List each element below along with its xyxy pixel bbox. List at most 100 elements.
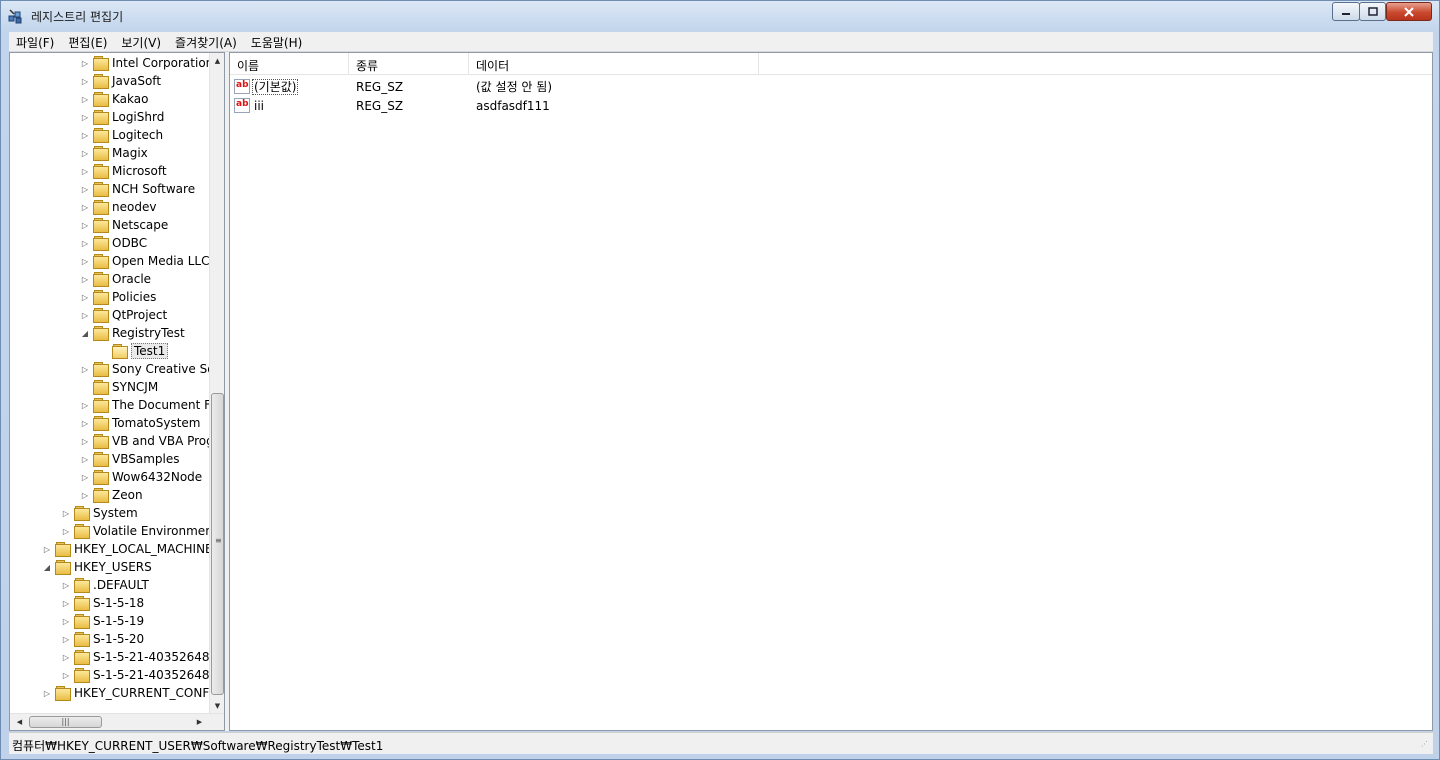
tree-node[interactable]: ▷ NCH Software [80,180,195,198]
tree-expander-icon[interactable]: ▷ [80,252,90,270]
tree-expander-icon[interactable]: ▷ [80,288,90,306]
tree-node[interactable]: ▷ ODBC [80,234,147,252]
menu-help[interactable]: 도움말(H) [244,32,310,51]
tree-expander-icon[interactable]: ▷ [80,432,90,450]
tree-node[interactable]: ◢ HKEY_USERS [42,558,152,576]
tree-expander-icon[interactable]: ▷ [61,630,71,648]
tree-expander-icon[interactable]: ▷ [61,594,71,612]
value-row[interactable]: ab iii REG_SZ asdfasdf111 [230,97,1432,115]
tree-expander-icon[interactable]: ▷ [61,576,71,594]
scroll-left-arrow-icon[interactable]: ◀ [12,714,27,730]
tree-expander-icon[interactable]: ▷ [61,648,71,666]
tree-expander-icon[interactable]: ▷ [42,684,52,702]
resize-grip-icon[interactable]: ⋰ [1421,741,1431,752]
tree-node[interactable]: ▷ Volatile Environment [61,522,210,540]
tree-node[interactable]: ▷ S-1-5-18 [61,594,144,612]
tree-expander-icon[interactable]: ▷ [61,612,71,630]
tree-node[interactable]: ▷ TomatoSystem [80,414,200,432]
menu-view[interactable]: 보기(V) [114,32,168,51]
tree-expander-icon[interactable]: ▷ [80,306,90,324]
tree-node[interactable]: ▷ S-1-5-19 [61,612,144,630]
scroll-right-arrow-icon[interactable]: ▶ [192,714,207,730]
tree-expander-icon[interactable]: ▷ [80,468,90,486]
tree-node[interactable]: SYNCJM [80,378,158,396]
vertical-scroll-thumb[interactable]: ≡ [211,393,224,695]
tree-node[interactable]: ▷ Microsoft [80,162,167,180]
tree-expander-icon[interactable]: ▷ [80,54,90,72]
tree-expander-icon[interactable] [99,342,109,360]
values-list-pane[interactable]: 이름 종류 데이터 ab (기본값) REG_SZ (값 설정 안 됨) ab … [229,52,1433,731]
value-data: asdfasdf111 [476,99,550,113]
tree-node[interactable]: Test1 [99,342,169,360]
tree-expander-icon[interactable]: ◢ [80,324,90,342]
tree-node[interactable]: ▷ Oracle [80,270,151,288]
tree-node[interactable]: ▷ Zeon [80,486,143,504]
tree-horizontal-scrollbar[interactable]: ◀ ||| ▶ [10,713,224,730]
tree-node[interactable]: ◢ RegistryTest [80,324,185,342]
tree-expander-icon[interactable]: ▷ [80,126,90,144]
tree-node[interactable]: ▷ HKEY_LOCAL_MACHINE [42,540,210,558]
tree-node[interactable]: ▷ Netscape [80,216,168,234]
tree-expander-icon[interactable]: ▷ [80,414,90,432]
tree-expander-icon[interactable]: ▷ [80,216,90,234]
column-header-name[interactable]: 이름 [230,53,349,75]
tree-node[interactable]: ▷ Open Media LLC [80,252,209,270]
tree-expander-icon[interactable]: ▷ [80,162,90,180]
menu-favorites[interactable]: 즐겨찾기(A) [168,32,244,51]
tree-expander-icon[interactable]: ▷ [80,144,90,162]
tree-expander-icon[interactable]: ▷ [80,360,90,378]
tree-expander-icon[interactable]: ▷ [80,198,90,216]
tree-node[interactable]: ▷ Magix [80,144,148,162]
tree-node[interactable]: ▷ .DEFAULT [61,576,149,594]
tree-expander-icon[interactable]: ▷ [80,234,90,252]
tree-expander-icon[interactable]: ▷ [61,522,71,540]
scroll-up-arrow-icon[interactable]: ▲ [210,53,224,68]
menu-file[interactable]: 파일(F) [9,32,61,51]
tree-expander-icon[interactable]: ▷ [80,486,90,504]
tree-node[interactable]: ▷ VBSamples [80,450,179,468]
close-button[interactable] [1386,2,1432,21]
tree-node[interactable]: ▷ S-1-5-21-403526481 [61,666,210,684]
tree-node[interactable]: ▷ Intel Corporation [80,54,210,72]
tree-node[interactable]: ▷ VB and VBA Prog [80,432,210,450]
scroll-down-arrow-icon[interactable]: ▼ [210,698,224,713]
tree-expander-icon[interactable]: ▷ [80,72,90,90]
tree-expander-icon[interactable]: ▷ [80,108,90,126]
key-tree-pane[interactable]: ▷ Intel Corporation ▷ JavaSoft ▷ Kakao ▷ LogiSh… [9,52,225,731]
column-header-data[interactable]: 데이터 [469,53,759,75]
tree-node[interactable]: ▷ Logitech [80,126,163,144]
tree-node[interactable]: ▷ System [61,504,138,522]
tree-expander-icon[interactable]: ▷ [61,666,71,684]
tree-node[interactable]: ▷ LogiShrd [80,108,164,126]
tree-expander-icon[interactable]: ▷ [61,504,71,522]
tree-node[interactable]: ▷ HKEY_CURRENT_CONFIG [42,684,210,702]
column-header-type[interactable]: 종류 [349,53,469,75]
tree-node[interactable]: ▷ Sony Creative Sof [80,360,210,378]
folder-icon [93,470,109,485]
value-row[interactable]: ab (기본값) REG_SZ (값 설정 안 됨) [230,78,1432,96]
menu-edit[interactable]: 편집(E) [61,32,114,51]
maximize-button[interactable] [1359,2,1386,21]
tree-node[interactable]: ▷ Kakao [80,90,148,108]
tree-node[interactable]: ▷ QtProject [80,306,167,324]
tree-expander-icon[interactable]: ▷ [80,90,90,108]
tree-expander-icon[interactable]: ▷ [80,270,90,288]
tree-node[interactable]: ▷ Policies [80,288,156,306]
minimize-button[interactable] [1332,2,1360,21]
tree-expander-icon[interactable]: ◢ [42,558,52,576]
tree-expander-icon[interactable]: ▷ [80,396,90,414]
tree-vertical-scrollbar[interactable]: ▲ ≡ ▼ [209,53,224,713]
horizontal-scroll-thumb[interactable]: ||| [29,716,102,728]
tree-node[interactable]: ▷ S-1-5-20 [61,630,144,648]
title-bar[interactable]: 레지스트리 편집기 [1,1,1439,31]
tree-expander-icon[interactable] [80,378,90,396]
tree-node[interactable]: ▷ Wow6432Node [80,468,202,486]
tree-node[interactable]: ▷ JavaSoft [80,72,161,90]
tree-node[interactable]: ▷ S-1-5-21-403526481 [61,648,210,666]
tree-expander-icon[interactable]: ▷ [42,540,52,558]
tree-expander-icon[interactable]: ▷ [80,180,90,198]
tree-expander-icon[interactable]: ▷ [80,450,90,468]
tree-node[interactable]: ▷ neodev [80,198,156,216]
folder-icon [93,290,109,305]
tree-node[interactable]: ▷ The Document Fc [80,396,210,414]
